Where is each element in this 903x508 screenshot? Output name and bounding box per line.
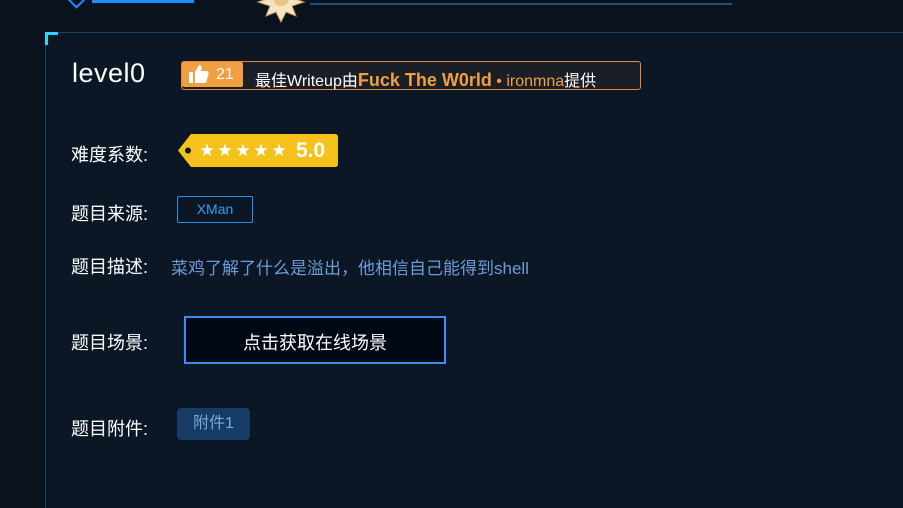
difficulty-score: 5.0 (296, 139, 326, 162)
writeup-prefix: 最佳Writeup由 (255, 73, 358, 90)
scene-label: 题目场景: (71, 333, 149, 353)
writeup-suffix: 提供 (564, 73, 597, 90)
attachment-label: 题目附件: (71, 419, 149, 439)
medal-icon (256, 0, 306, 24)
source-tag[interactable]: XMan (177, 196, 253, 223)
writeup-author-user[interactable]: ironmna (506, 73, 564, 90)
like-count: 21 (216, 66, 234, 83)
attachment-download-button[interactable]: 附件1 (177, 408, 250, 440)
writeup-separator: • (491, 73, 507, 90)
header-left-line (92, 0, 194, 3)
writeup-author-name[interactable]: Fuck The W0rld (358, 70, 492, 90)
description-label: 题目描述: (71, 257, 149, 277)
header-center-line (310, 3, 732, 5)
panel-corner-accent (45, 32, 58, 45)
get-scene-button[interactable]: 点击获取在线场景 (184, 316, 446, 364)
thumbs-up-icon (189, 65, 209, 83)
challenge-title: level0 (72, 58, 146, 88)
best-writeup-text: 最佳Writeup由Fuck The W0rld • ironmna提供 (255, 67, 596, 91)
difficulty-label: 难度系数: (71, 145, 149, 165)
challenge-description: 菜鸡了解了什么是溢出，他相信自己能得到shell (171, 259, 529, 278)
source-label: 题目来源: (71, 204, 149, 224)
